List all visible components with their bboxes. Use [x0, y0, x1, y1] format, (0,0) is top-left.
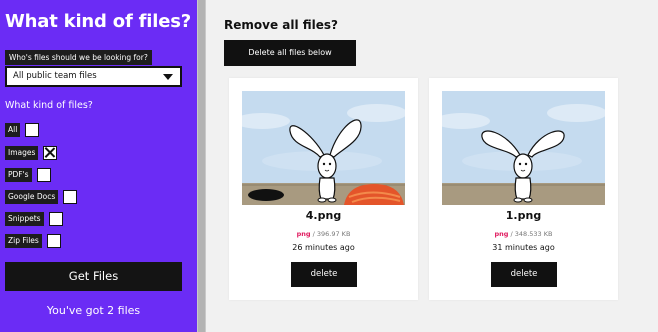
who-select-value: All public team files	[13, 71, 97, 81]
option-pdfs: PDF's	[5, 168, 51, 182]
get-files-button[interactable]: Get Files	[5, 262, 182, 291]
option-snippets-label: Snippets	[5, 212, 44, 226]
option-google-docs-label: Google Docs	[5, 190, 59, 204]
delete-all-button[interactable]: Delete all files below	[224, 40, 356, 66]
file-ext: png	[494, 230, 509, 238]
file-card: 1.png png / 348.533 KB 31 minutes ago de…	[429, 78, 618, 300]
sidebar-scrollbar[interactable]	[197, 0, 206, 332]
option-images-label: Images	[5, 146, 39, 160]
option-all-label: All	[5, 123, 21, 137]
file-ext: png	[296, 230, 311, 238]
chevron-down-icon	[163, 74, 173, 80]
option-pdfs-checkbox[interactable]	[36, 168, 51, 182]
file-time: 31 minutes ago	[492, 243, 555, 252]
option-google-docs-checkbox[interactable]	[63, 190, 78, 204]
file-size: / 396.97 KB	[312, 230, 351, 238]
page-title: Remove all files?	[224, 18, 339, 32]
option-snippets-checkbox[interactable]	[48, 212, 63, 226]
file-name: 1.png	[505, 209, 542, 222]
option-pdfs-label: PDF's	[5, 168, 32, 182]
option-google-docs: Google Docs	[5, 190, 78, 204]
kinds-label: What kind of files?	[5, 100, 93, 111]
file-size: / 348.533 KB	[510, 230, 553, 238]
file-time: 26 minutes ago	[292, 243, 355, 252]
option-zip-files: Zip Files	[5, 234, 61, 248]
file-card: 4.png png / 396.97 KB 26 minutes ago del…	[229, 78, 418, 300]
option-snippets: Snippets	[5, 212, 63, 226]
option-all-checkbox[interactable]	[25, 123, 40, 137]
option-images-checkbox[interactable]	[43, 146, 58, 160]
option-zip-files-checkbox[interactable]	[46, 234, 61, 248]
delete-file-button[interactable]: delete	[491, 262, 557, 287]
file-meta: png / 396.97 KB	[229, 230, 418, 238]
sidebar-title: What kind of files?	[5, 11, 191, 32]
file-count: You've got 2 files	[46, 304, 141, 317]
option-images: Images	[5, 146, 58, 160]
option-zip-files-label: Zip Files	[5, 234, 42, 248]
sidebar: What kind of files? Who's files should w…	[0, 0, 197, 332]
who-label: Who's files should we be looking for?	[5, 50, 152, 65]
scrollbar-thumb[interactable]	[198, 0, 205, 332]
option-all: All	[5, 123, 40, 137]
file-thumbnail-4	[242, 91, 405, 205]
file-thumbnail-1	[442, 91, 605, 205]
who-select[interactable]: All public team files	[5, 66, 182, 87]
delete-file-button[interactable]: delete	[291, 262, 357, 287]
file-name: 4.png	[305, 209, 342, 222]
file-meta: png / 348.533 KB	[429, 230, 618, 238]
